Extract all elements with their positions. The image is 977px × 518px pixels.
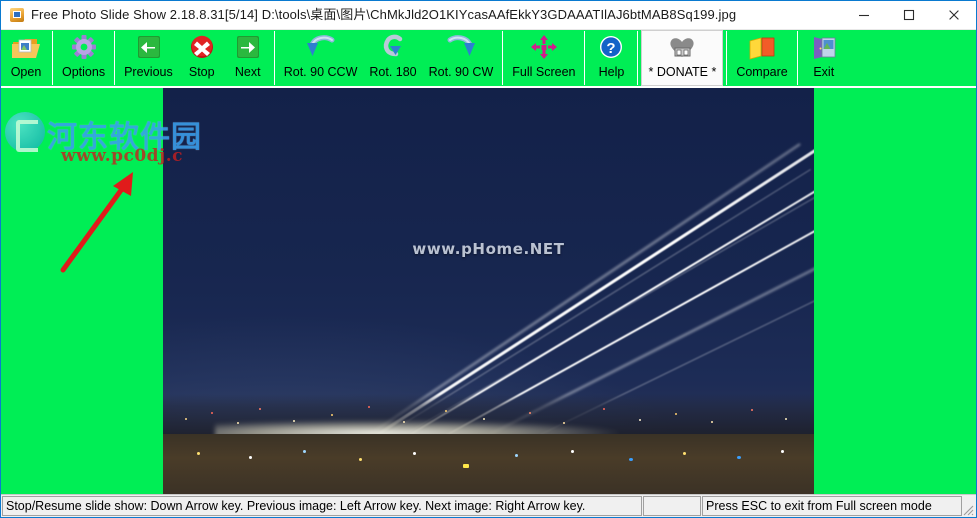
- toolbar-label-full-screen: Full Screen: [512, 65, 576, 79]
- heart-donate-icon: [665, 33, 699, 63]
- toolbar-button-stop[interactable]: Stop: [179, 30, 225, 86]
- main-toolbar: Open Options Previous Stop Next Rot. 90 …: [1, 30, 976, 88]
- toolbar-label-rotate-180: Rot. 180: [369, 65, 417, 79]
- toolbar-separator: [584, 31, 586, 85]
- toolbar-button-options[interactable]: Options: [56, 30, 111, 86]
- displayed-photo[interactable]: www.pHome.NET: [163, 88, 814, 494]
- maximize-icon: [903, 9, 914, 21]
- compare-pages-icon: [745, 33, 779, 63]
- toolbar-label-rotate-90-ccw: Rot. 90 CCW: [283, 65, 358, 79]
- status-bar: Stop/Resume slide show: Down Arrow key. …: [1, 494, 976, 517]
- svg-text:?: ?: [607, 40, 616, 57]
- toolbar-separator: [52, 31, 53, 85]
- rotate-cw-icon: [444, 33, 478, 63]
- toolbar-button-next[interactable]: Next: [225, 30, 271, 86]
- toolbar-button-compare[interactable]: Compare: [730, 30, 793, 86]
- toolbar-separator: [114, 31, 116, 85]
- arrow-right-icon: [231, 33, 265, 63]
- toolbar-separator: [796, 31, 798, 85]
- fullscreen-arrows-icon: [527, 33, 561, 63]
- toolbar-label-open: Open: [10, 65, 42, 79]
- toolbar-button-exit[interactable]: Exit: [801, 30, 847, 86]
- toolbar-label-stop: Stop: [188, 65, 215, 79]
- toolbar-label-rotate-90-cw: Rot. 90 CW: [428, 65, 494, 79]
- photo-viewport[interactable]: www.pHome.NET 河东软件园 www.pc0dj.c: [1, 88, 976, 494]
- arrow-left-icon: [131, 33, 165, 63]
- toolbar-label-donate: * DONATE *: [648, 65, 717, 79]
- toolbar-separator: [637, 31, 639, 85]
- annotation-arrow-icon: [60, 172, 133, 273]
- question-mark-icon: ?: [594, 33, 628, 63]
- maximize-button[interactable]: [886, 1, 931, 29]
- window-title: Free Photo Slide Show 2.18.8.31[5/14] D:…: [31, 7, 737, 22]
- toolbar-separator: [502, 31, 504, 85]
- toolbar-button-rotate-90-cw[interactable]: Rot. 90 CW: [423, 30, 500, 86]
- photo-runway-lights: [163, 434, 814, 494]
- minimize-button[interactable]: [841, 1, 886, 29]
- close-icon: [948, 10, 959, 20]
- photo-app-icon: [9, 7, 25, 23]
- title-bar: Free Photo Slide Show 2.18.8.31[5/14] D:…: [1, 1, 976, 30]
- resize-grip-icon[interactable]: [960, 502, 974, 516]
- minimize-icon: [858, 14, 869, 17]
- close-button[interactable]: [931, 1, 976, 29]
- toolbar-label-exit: Exit: [813, 65, 835, 79]
- toolbar-button-help[interactable]: ? Help: [588, 30, 634, 86]
- toolbar-label-help: Help: [598, 65, 625, 79]
- toolbar-button-rotate-180[interactable]: Rot. 180: [363, 30, 422, 86]
- toolbar-separator: [726, 31, 728, 85]
- status-middle-panel: [643, 496, 701, 516]
- stop-x-icon: [185, 33, 219, 63]
- application-window: Free Photo Slide Show 2.18.8.31[5/14] D:…: [0, 0, 977, 518]
- window-controls: [841, 1, 976, 29]
- toolbar-button-open[interactable]: Open: [3, 30, 49, 86]
- toolbar-label-previous: Previous: [124, 65, 173, 79]
- toolbar-button-full-screen[interactable]: Full Screen: [506, 30, 581, 86]
- rotate-ccw-icon: [304, 33, 338, 63]
- status-right-panel: Press ESC to exit from Full screen mode: [702, 496, 962, 516]
- exit-door-icon: [807, 33, 841, 63]
- toolbar-button-previous[interactable]: Previous: [118, 30, 179, 86]
- toolbar-label-next: Next: [234, 65, 261, 79]
- toolbar-separator: [273, 31, 275, 85]
- gear-icon: [67, 33, 101, 63]
- toolbar-button-donate[interactable]: * DONATE *: [641, 30, 724, 86]
- toolbar-label-compare: Compare: [736, 65, 788, 79]
- site-logo-icon: [5, 112, 45, 152]
- rotate-180-icon: [376, 33, 410, 63]
- status-left-panel: Stop/Resume slide show: Down Arrow key. …: [2, 496, 642, 516]
- toolbar-label-options: Options: [62, 65, 106, 79]
- toolbar-button-rotate-90-ccw[interactable]: Rot. 90 CCW: [278, 30, 364, 86]
- open-folder-icon: [9, 33, 43, 63]
